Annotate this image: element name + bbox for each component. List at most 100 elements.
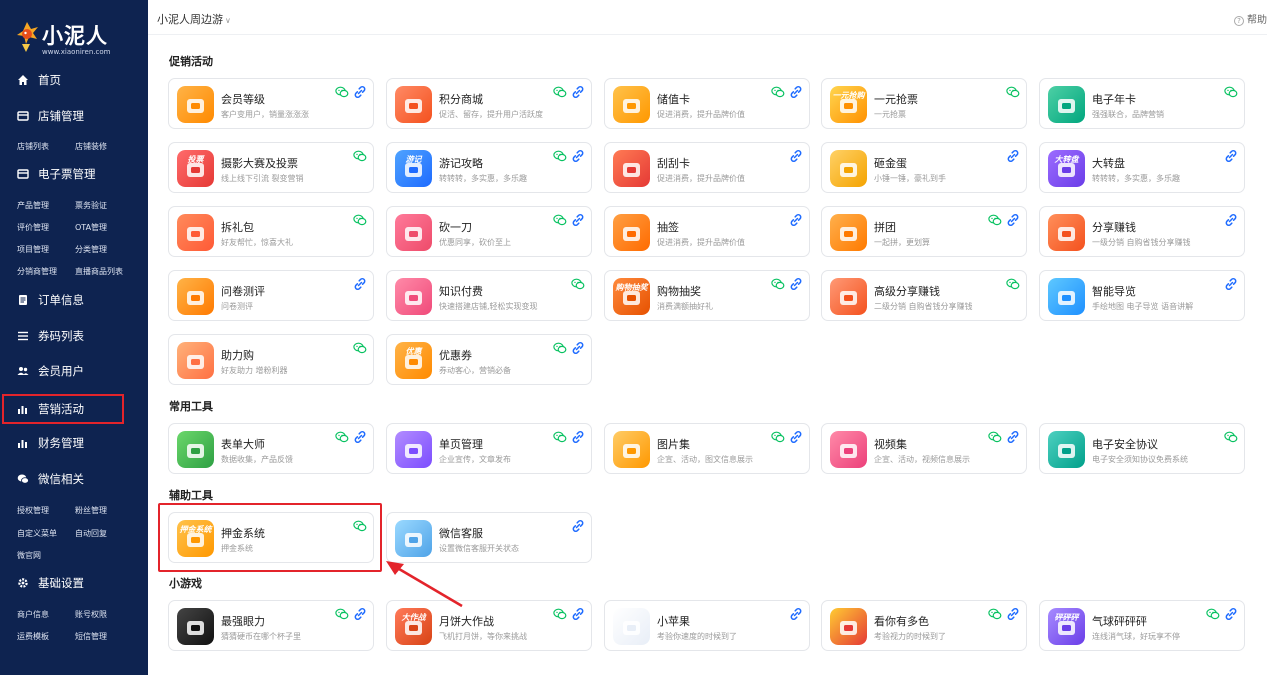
link-icon[interactable]	[1224, 213, 1238, 227]
wechat-mini-icon[interactable]	[553, 430, 567, 444]
help-link[interactable]: ? 帮助	[1234, 11, 1267, 26]
card-survey[interactable]: 问卷测评 问卷测评	[168, 270, 374, 321]
wechat-mini-icon[interactable]	[988, 430, 1002, 444]
wechat-mini-icon[interactable]	[335, 607, 349, 621]
wechat-mini-icon[interactable]	[571, 277, 585, 291]
nav-product-manage[interactable]: 产品管理	[17, 200, 49, 211]
wechat-mini-icon[interactable]	[1206, 607, 1220, 621]
wechat-mini-icon[interactable]	[553, 213, 567, 227]
nav-sms-manage[interactable]: 短信管理	[75, 631, 107, 642]
card-group-buy[interactable]: 拼团 一起拼，更划算	[821, 206, 1027, 257]
nav-finance[interactable]: 财务管理	[0, 430, 148, 456]
nav-account-permissions[interactable]: 账号权限	[75, 609, 107, 620]
link-icon[interactable]	[571, 519, 585, 533]
link-icon[interactable]	[571, 341, 585, 355]
nav-orders[interactable]: 订单信息	[0, 287, 148, 313]
card-smart-guide[interactable]: 智能导览 手绘地图 电子导览 语音讲解	[1039, 270, 1245, 321]
link-icon[interactable]	[1224, 149, 1238, 163]
nav-marketing[interactable]: 营销活动	[2, 394, 124, 424]
wechat-mini-icon[interactable]	[553, 341, 567, 355]
link-icon[interactable]	[789, 85, 803, 99]
card-annual-card[interactable]: 电子年卡 强强联合，品牌营销	[1039, 78, 1245, 129]
link-icon[interactable]	[789, 607, 803, 621]
link-icon[interactable]	[1224, 607, 1238, 621]
link-icon[interactable]	[1006, 213, 1020, 227]
card-color-test[interactable]: 看你有多色 考验视力的时候到了	[821, 600, 1027, 651]
nav-home[interactable]: 首页	[0, 67, 148, 93]
wechat-mini-icon[interactable]	[353, 149, 367, 163]
nav-auth-manage[interactable]: 授权管理	[17, 505, 49, 516]
card-member-level[interactable]: 会员等级 客户变用户，销量涨涨涨	[168, 78, 374, 129]
card-image-gallery[interactable]: 图片集 企宣、活动，图文信息展示	[604, 423, 810, 474]
wechat-mini-icon[interactable]	[353, 341, 367, 355]
nav-settings[interactable]: 基础设置	[0, 570, 148, 596]
link-icon[interactable]	[1006, 149, 1020, 163]
card-golden-egg[interactable]: 砸金蛋 小锤一锤，豪礼到手	[821, 142, 1027, 193]
card-safety-agreement[interactable]: 电子安全协议 电子安全须知协议免费系统	[1039, 423, 1245, 474]
card-share-earn[interactable]: 分享赚钱 一级分销 自购省钱分享赚钱	[1039, 206, 1245, 257]
link-icon[interactable]	[789, 430, 803, 444]
wechat-mini-icon[interactable]	[771, 85, 785, 99]
card-sharp-eye[interactable]: 最强眼力 猜猜硬币在哪个杯子里	[168, 600, 374, 651]
link-icon[interactable]	[571, 430, 585, 444]
nav-review-manage[interactable]: 评价管理	[17, 222, 49, 233]
card-deposit-system[interactable]: 押金系统 押金系统 押金系统	[168, 512, 374, 563]
card-wechat-service[interactable]: 微信客服 设置微信客服开关状态	[386, 512, 592, 563]
wechat-mini-icon[interactable]	[1006, 277, 1020, 291]
link-icon[interactable]	[353, 430, 367, 444]
wechat-mini-icon[interactable]	[335, 85, 349, 99]
card-travel-guide[interactable]: 游记 游记攻略 转转转，多实惠，多乐趣	[386, 142, 592, 193]
nav-auto-reply[interactable]: 自动回复	[75, 528, 107, 539]
wechat-mini-icon[interactable]	[988, 213, 1002, 227]
link-icon[interactable]	[571, 85, 585, 99]
link-icon[interactable]	[571, 149, 585, 163]
card-advanced-share[interactable]: 高级分享赚钱 二级分销 自购省钱分享赚钱	[821, 270, 1027, 321]
wechat-mini-icon[interactable]	[1006, 85, 1020, 99]
nav-members[interactable]: 会员用户	[0, 358, 148, 384]
wechat-mini-icon[interactable]	[335, 430, 349, 444]
link-icon[interactable]	[1224, 277, 1238, 291]
nav-shipping-template[interactable]: 运费模板	[17, 631, 49, 642]
nav-ticket-verify[interactable]: 票务验证	[75, 200, 107, 211]
wechat-mini-icon[interactable]	[1224, 430, 1238, 444]
card-assist-buy[interactable]: 助力购 好友助力 增粉利器	[168, 334, 374, 385]
link-icon[interactable]	[353, 607, 367, 621]
nav-codes[interactable]: 券码列表	[0, 323, 148, 349]
shop-switcher[interactable]: 小泥人周边游 ∨	[157, 11, 231, 27]
card-shopping-lottery[interactable]: 购物抽奖 购物抽奖 消费满额抽好礼	[604, 270, 810, 321]
wechat-mini-icon[interactable]	[553, 85, 567, 99]
card-photo-contest[interactable]: 投票 摄影大赛及投票 线上线下引流 裂变营销	[168, 142, 374, 193]
card-mooncake-battle[interactable]: 大作战 月饼大作战 飞机打月饼，等你来挑战	[386, 600, 592, 651]
card-scratch-card[interactable]: 刮刮卡 促进消费，提升品牌价值	[604, 142, 810, 193]
card-balloon-pop[interactable]: 砰砰砰 气球砰砰砰 连线消气球，好玩享不停	[1039, 600, 1245, 651]
card-coupon[interactable]: 优惠 优惠券 券动客心，营销必备	[386, 334, 592, 385]
card-form-master[interactable]: 表单大师 数据收集，产品反馈	[168, 423, 374, 474]
wechat-mini-icon[interactable]	[771, 277, 785, 291]
wechat-mini-icon[interactable]	[1224, 85, 1238, 99]
card-little-apple[interactable]: 小苹果 考验你速度的时候到了	[604, 600, 810, 651]
nav-custom-menu[interactable]: 自定义菜单	[17, 528, 57, 539]
card-stored-value-card[interactable]: 储值卡 促进消费，提升品牌价值	[604, 78, 810, 129]
nav-ticket[interactable]: 电子票管理	[0, 161, 148, 187]
card-points-mall[interactable]: 积分商城 促活、留存，提升用户活跃度	[386, 78, 592, 129]
wechat-mini-icon[interactable]	[771, 430, 785, 444]
brand-logo[interactable]: 小泥人 www.xiaoniren.com	[14, 18, 139, 60]
nav-micro-site[interactable]: 微官网	[17, 550, 41, 561]
nav-category-manage[interactable]: 分类管理	[75, 244, 107, 255]
nav-live-products[interactable]: 直播商品列表	[75, 266, 123, 277]
wechat-mini-icon[interactable]	[553, 607, 567, 621]
nav-merchant-info[interactable]: 商户信息	[17, 609, 49, 620]
nav-ota-manage[interactable]: OTA管理	[75, 222, 107, 233]
card-gift-pack[interactable]: 拆礼包 好友帮忙，惊喜大礼	[168, 206, 374, 257]
nav-store[interactable]: 店铺管理	[0, 103, 148, 129]
link-icon[interactable]	[789, 277, 803, 291]
link-icon[interactable]	[571, 607, 585, 621]
card-big-wheel[interactable]: 大转盘 大转盘 转转转，多实惠，多乐趣	[1039, 142, 1245, 193]
link-icon[interactable]	[1006, 607, 1020, 621]
link-icon[interactable]	[1006, 430, 1020, 444]
card-single-page[interactable]: 单页管理 企业宣传，文章发布	[386, 423, 592, 474]
link-icon[interactable]	[353, 277, 367, 291]
wechat-mini-icon[interactable]	[988, 607, 1002, 621]
card-bargain[interactable]: 砍一刀 优惠同享，砍价至上	[386, 206, 592, 257]
nav-fans-manage[interactable]: 粉丝管理	[75, 505, 107, 516]
